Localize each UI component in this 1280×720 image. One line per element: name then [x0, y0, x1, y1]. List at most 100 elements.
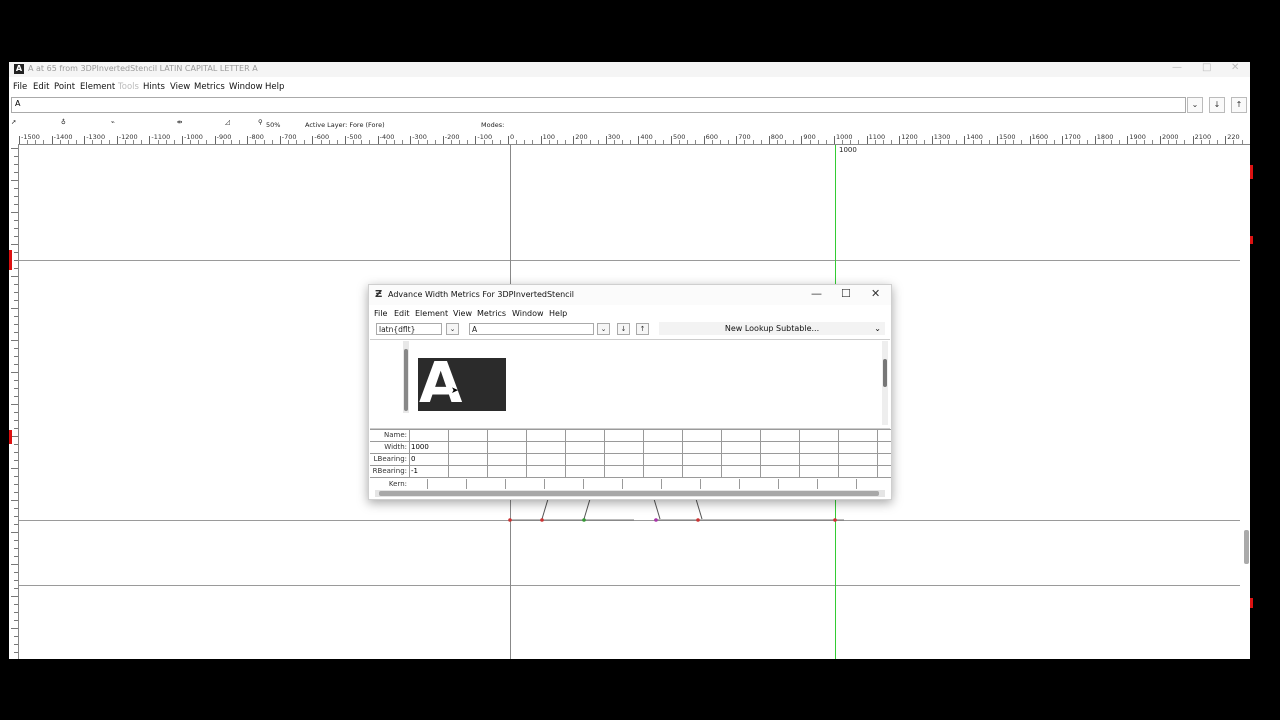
ruler-minor-tick: [1241, 140, 1243, 144]
dialog-glyph-dropdown-button[interactable]: ⌄: [597, 323, 610, 335]
ruler-tick: [1192, 136, 1194, 144]
ruler-minor-tick: [173, 140, 175, 144]
metrics-grid[interactable]: [370, 429, 891, 479]
vruler-tick: [14, 588, 18, 589]
pointer-tool-icon[interactable]: ➚: [11, 118, 16, 126]
ruler-minor-tick: [467, 140, 469, 144]
ruler-minor-tick: [581, 140, 583, 144]
vruler-tick: [14, 228, 18, 229]
preview-glyph-letter: A: [419, 351, 463, 416]
ruler-minor-tick: [133, 140, 135, 144]
preview-left-scrollbar[interactable]: [403, 341, 409, 413]
dialog-menu-metrics[interactable]: Metrics: [477, 309, 506, 318]
vertical-scrollbar-thumb[interactable]: [1244, 530, 1249, 564]
dialog-minimize-icon[interactable]: —: [811, 287, 822, 300]
dialog-menu-bar: File Edit Element View Metrics Window He…: [369, 307, 891, 320]
menu-window[interactable]: Window: [229, 82, 263, 92]
dialog-menu-help[interactable]: Help: [549, 309, 567, 318]
lookup-subtable-select[interactable]: New Lookup Subtable... ⌄: [659, 322, 885, 335]
vruler-tick: [14, 636, 18, 637]
menu-help[interactable]: Help: [265, 82, 284, 92]
red-edge-mark: [1250, 165, 1253, 179]
ruler-minor-tick: [1135, 140, 1137, 144]
minimize-icon[interactable]: —: [1172, 62, 1182, 73]
menu-tools: Tools: [118, 82, 139, 92]
ruler-minor-tick: [728, 140, 730, 144]
ruler-tick: [834, 136, 835, 144]
ruler-tick: [116, 136, 118, 144]
ruler-tick-label: -200: [444, 133, 460, 141]
ruler-minor-tick: [418, 140, 420, 144]
menu-metrics[interactable]: Metrics: [194, 82, 225, 92]
ruler-tick-label: -1200: [118, 133, 138, 141]
menu-edit[interactable]: Edit: [33, 82, 49, 92]
maximize-icon[interactable]: □: [1202, 62, 1211, 73]
dialog-menu-window[interactable]: Window: [512, 309, 544, 318]
angle-tool-icon[interactable]: ◿: [225, 118, 230, 126]
glyph-dropdown-button[interactable]: ⌄: [1187, 97, 1203, 113]
dialog-menu-file[interactable]: File: [374, 309, 387, 318]
vruler-tick: [14, 620, 18, 621]
rbearing-value[interactable]: -1: [411, 467, 418, 475]
script-select[interactable]: latn{dflt}: [376, 323, 442, 335]
ruler-minor-tick: [622, 140, 624, 144]
dialog-close-icon[interactable]: ✕: [871, 287, 880, 300]
knife-tool-icon[interactable]: ⌁: [111, 118, 115, 126]
ruler-minor-tick: [304, 140, 306, 144]
dialog-horizontal-scrollbar[interactable]: [375, 490, 885, 497]
next-glyph-button[interactable]: ↓: [1209, 97, 1225, 113]
dialog-glyph-input[interactable]: A: [469, 323, 594, 335]
ruler-tool-icon[interactable]: ⇹: [177, 118, 182, 126]
glyph-name-input[interactable]: A: [11, 97, 1186, 113]
ruler-tick: [1094, 136, 1096, 144]
preview-right-scrollbar[interactable]: [882, 341, 888, 425]
ruler-tick-label: -100: [477, 133, 493, 141]
dialog-menu-element[interactable]: Element: [415, 309, 448, 318]
ruler-tick: [19, 136, 20, 144]
ruler-minor-tick: [956, 140, 958, 144]
menu-element[interactable]: Element: [80, 82, 115, 92]
ruler-minor-tick: [353, 140, 355, 144]
ruler-minor-tick: [874, 140, 876, 144]
dialog-maximize-icon[interactable]: ☐: [841, 287, 851, 300]
vruler-tick: [14, 220, 18, 221]
menu-file[interactable]: File: [13, 82, 27, 92]
lbearing-row-label: LBearing:: [373, 455, 407, 463]
ruler-minor-tick: [230, 140, 232, 144]
menu-point[interactable]: Point: [54, 82, 75, 92]
ruler-minor-tick: [336, 140, 338, 144]
ruler-minor-tick: [654, 140, 656, 144]
ruler-minor-tick: [1070, 140, 1072, 144]
dialog-menu-edit[interactable]: Edit: [394, 309, 410, 318]
vruler-tick: [14, 484, 18, 485]
dialog-prev-button[interactable]: ↑: [636, 323, 649, 335]
ruler-tick: [638, 136, 640, 144]
glyph-preview[interactable]: A: [418, 352, 506, 416]
active-layer-label: Active Layer: Fore (Fore): [305, 121, 385, 129]
prev-glyph-button[interactable]: ↑: [1231, 97, 1247, 113]
dialog-menu-view[interactable]: View: [453, 309, 472, 318]
dialog-next-button[interactable]: ↓: [617, 323, 630, 335]
width-row-label: Width:: [384, 443, 407, 451]
ruler-minor-tick: [646, 140, 648, 144]
ruler-tick: [442, 136, 444, 144]
ruler-minor-tick: [1184, 140, 1186, 144]
zoom-tool-icon[interactable]: ⚲: [258, 118, 263, 126]
pen-tool-icon[interactable]: ♁: [61, 118, 66, 126]
close-icon[interactable]: ✕: [1231, 62, 1239, 73]
ruler-tick-label: -1400: [53, 133, 73, 141]
menu-view[interactable]: View: [170, 82, 190, 92]
kern-row-cells[interactable]: [409, 479, 889, 489]
ruler-minor-tick: [516, 140, 518, 144]
app-logo-icon: A: [14, 64, 24, 74]
ruler-minor-tick: [1151, 140, 1153, 144]
ruler-minor-tick: [35, 140, 37, 144]
ruler-tick-label: -400: [379, 133, 395, 141]
menu-hints[interactable]: Hints: [143, 82, 165, 92]
width-value[interactable]: 1000: [411, 443, 429, 451]
script-dropdown-button[interactable]: ⌄: [446, 323, 459, 335]
ruler-tick-label: -1100: [151, 133, 171, 141]
ascender-line: [19, 260, 1240, 261]
ruler-minor-tick: [1078, 140, 1080, 144]
lbearing-value[interactable]: 0: [411, 455, 415, 463]
